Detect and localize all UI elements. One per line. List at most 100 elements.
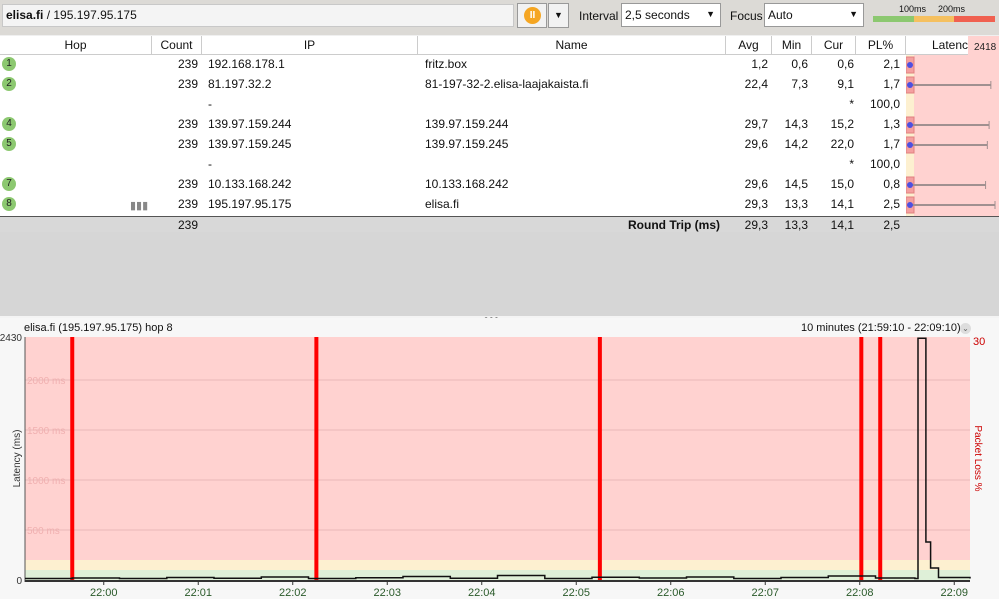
col-cur[interactable]: Cur <box>812 36 856 55</box>
x-tick-label: 22:01 <box>184 587 212 599</box>
scale-warn-bar <box>914 16 954 22</box>
cell-count: 239 <box>177 137 198 151</box>
cell-avg: 29,7 <box>744 117 768 131</box>
target-address-field[interactable]: elisa.fi / 195.197.95.175 <box>2 4 514 27</box>
col-ip[interactable]: IP <box>202 36 418 55</box>
y-tick-label: 1000 ms <box>27 476 65 487</box>
cell-cur: 9,1 <box>837 77 854 91</box>
focus-select[interactable]: Auto ▼ <box>764 3 864 27</box>
target-host: elisa.fi <box>6 8 44 22</box>
pause-dropdown-button[interactable]: ▼ <box>548 3 569 28</box>
cell-pl: 1,7 <box>883 137 900 151</box>
latency-column-graph: 2418 <box>906 36 999 216</box>
packet-loss-marker <box>597 337 602 580</box>
x-tick-label: 22:03 <box>373 587 401 599</box>
col-name[interactable]: Name <box>418 36 726 55</box>
target-ip: / 195.197.95.175 <box>43 8 137 22</box>
col-pl[interactable]: PL% <box>856 36 906 55</box>
cell-ip: 10.133.168.242 <box>208 177 292 191</box>
interval-label: Interval <box>579 9 619 23</box>
cell-avg: 22,4 <box>744 77 768 91</box>
cell-avg: 1,2 <box>751 57 768 71</box>
cell-min <box>772 155 808 175</box>
cell-cur: 15,0 <box>830 177 854 191</box>
x-tick-label: 22:02 <box>279 587 307 599</box>
latency-max-label: 2418 <box>974 42 997 53</box>
x-tick-label: 22:08 <box>846 587 874 599</box>
latency-avg-dot <box>907 202 913 208</box>
cell-min: 14,5 <box>784 177 808 191</box>
latency-avg-dot <box>907 182 913 188</box>
cell-count: 239 <box>177 177 198 191</box>
cell-cur: 14,1 <box>830 197 854 211</box>
cell-name: 139.97.159.244 <box>425 117 509 131</box>
latency-avg-dot <box>907 82 913 88</box>
x-tick-label: 22:06 <box>657 587 685 599</box>
table-row[interactable]: 1 239 192.168.178.1 fritz.box 1,2 0,6 0,6 2,1 <box>0 55 906 75</box>
packet-loss-marker <box>70 337 75 580</box>
table-row[interactable]: 4 239 139.97.159.244 139.97.159.244 29,7 14,3… <box>0 115 906 135</box>
x-tick-label: 22:00 <box>90 587 118 599</box>
hop-number: 2 <box>2 77 16 91</box>
cell-cur: * <box>849 157 854 171</box>
cell-ip: - <box>208 157 212 171</box>
y-tick-label: 500 ms <box>27 526 60 537</box>
focus-label: Focus <box>730 9 763 23</box>
packet-loss-marker <box>859 337 864 580</box>
latency-avg-dot <box>907 142 913 148</box>
chevron-down-icon: ▼ <box>706 9 715 19</box>
empty-table-area <box>0 232 999 316</box>
col-count[interactable]: Count <box>152 36 202 55</box>
table-row[interactable]: - * 100,0 <box>0 155 906 175</box>
hop-number: 8 <box>2 197 16 211</box>
cell-pl: 2,1 <box>883 57 900 71</box>
cell-pl: 1,3 <box>883 117 900 131</box>
cell-min: 14,3 <box>784 117 808 131</box>
pause-icon: II <box>524 7 541 24</box>
x-tick-label: 22:05 <box>562 587 590 599</box>
cell-pl: 0,8 <box>883 177 900 191</box>
cell-min: 7,3 <box>791 77 808 91</box>
table-row[interactable]: 5 239 139.97.159.245 139.97.159.245 29,6 14,2… <box>0 135 906 155</box>
x-tick-label: 22:07 <box>751 587 779 599</box>
cell-avg: 29,6 <box>744 177 768 191</box>
cell-count: 239 <box>177 197 198 211</box>
cell-cur: 0,6 <box>837 57 854 71</box>
cell-ip: 81.197.32.2 <box>208 77 272 91</box>
cell-name <box>425 155 715 175</box>
trace-table: Hop Count IP Name Avg Min Cur PL% Latenc… <box>0 36 999 234</box>
cell-pl: 100,0 <box>869 157 900 171</box>
focus-value: Auto <box>768 8 793 22</box>
cell-min: 0,6 <box>791 57 808 71</box>
table-row[interactable]: 7 239 10.133.168.242 10.133.168.242 29,6 14,5… <box>0 175 906 195</box>
table-row[interactable]: 8 ▮▮▮ 239 195.197.95.175 elisa.fi 29,3 13,3 14,… <box>0 195 906 215</box>
col-avg[interactable]: Avg <box>726 36 772 55</box>
hop-number: 4 <box>2 117 16 131</box>
cell-count <box>152 155 198 175</box>
latency-chart[interactable]: 0 500 ms 1000 ms 1500 ms 2000 ms 2430 22:00 22:… <box>0 318 999 599</box>
cell-ip: - <box>208 97 212 111</box>
cell-cur: 22,0 <box>830 137 854 151</box>
y-tick-label: 1500 ms <box>27 426 65 437</box>
col-hop[interactable]: Hop <box>0 36 152 55</box>
interval-select[interactable]: 2,5 seconds ▼ <box>621 3 721 27</box>
y-tick-label: 2430 <box>0 333 22 344</box>
cell-ip: 192.168.178.1 <box>208 57 285 71</box>
scale-100-label: 100ms <box>899 4 927 14</box>
cell-name <box>425 95 715 115</box>
packet-loss-marker <box>878 337 883 580</box>
cell-count: 239 <box>177 117 198 131</box>
bar-chart-icon[interactable]: ▮▮▮ <box>130 197 148 217</box>
pause-button[interactable]: II <box>517 3 547 28</box>
y2-max-label: 30 <box>973 336 985 348</box>
latency-band <box>25 337 970 560</box>
latency-chart-panel: elisa.fi (195.197.95.175) hop 8 10 minut… <box>0 318 999 599</box>
table-row[interactable]: 2 239 81.197.32.2 81-197-32-2.elisa-laajaka… <box>0 75 906 95</box>
table-row[interactable]: - * 100,0 <box>0 95 906 115</box>
packet-loss-marker <box>314 337 319 580</box>
cell-min: 14,2 <box>784 137 808 151</box>
col-min[interactable]: Min <box>772 36 812 55</box>
scale-good-bar <box>873 16 914 22</box>
interval-value: 2,5 seconds <box>625 8 690 22</box>
latency-scale-legend: 100ms 200ms <box>873 4 995 26</box>
